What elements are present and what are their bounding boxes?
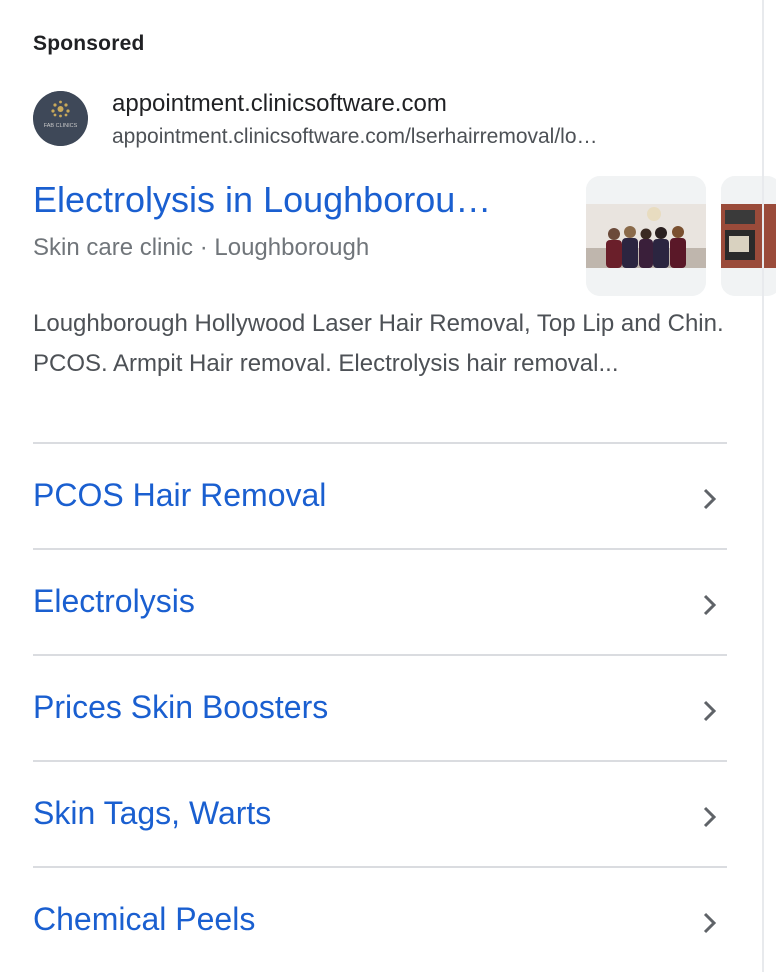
sitelink-electrolysis[interactable]: Electrolysis	[33, 548, 727, 654]
chevron-right-icon	[703, 594, 717, 616]
sponsored-ad-card: Sponsored FAB CLINICS appointment.clinic…	[0, 0, 776, 972]
sitelink-label: Skin Tags, Warts	[33, 795, 272, 831]
clinic-logo-icon[interactable]: FAB CLINICS	[33, 91, 88, 146]
chevron-right-icon	[703, 488, 717, 510]
sitelinks-list: PCOS Hair Removal Electrolysis Prices Sk…	[33, 442, 727, 972]
chevron-right-icon	[703, 912, 717, 934]
sitelink-chemical-peels[interactable]: Chemical Peels	[33, 866, 727, 972]
sitelink-label: PCOS Hair Removal	[33, 477, 327, 513]
sitelink-pcos-hair-removal[interactable]: PCOS Hair Removal	[33, 442, 727, 548]
sitelink-label: Electrolysis	[33, 583, 195, 619]
sitelink-prices-skin-boosters[interactable]: Prices Skin Boosters	[33, 654, 727, 760]
card-edge-divider	[762, 0, 764, 972]
clinic-logo-text: FAB CLINICS	[44, 123, 78, 129]
advertiser-display-url[interactable]: appointment.clinicsoftware.com/lserhairr…	[112, 125, 598, 149]
sitelink-label: Chemical Peels	[33, 901, 256, 937]
sitelink-label: Prices Skin Boosters	[33, 689, 329, 725]
ad-title-link[interactable]: Electrolysis in Loughborou…	[33, 179, 491, 221]
chevron-right-icon	[703, 806, 717, 828]
ad-description: Loughborough Hollywood Laser Hair Remova…	[33, 310, 724, 377]
chevron-right-icon	[703, 700, 717, 722]
clinic-logo-graphic: FAB CLINICS	[33, 91, 88, 146]
ad-photo-storefront[interactable]	[721, 176, 776, 296]
ad-business-category: Skin care clinic · Loughborough	[33, 234, 370, 261]
advertiser-site-name[interactable]: appointment.clinicsoftware.com	[112, 90, 447, 118]
sitelink-skin-tags-warts[interactable]: Skin Tags, Warts	[33, 760, 727, 866]
sponsored-label: Sponsored	[33, 32, 145, 55]
ad-photo-team[interactable]	[586, 176, 706, 296]
